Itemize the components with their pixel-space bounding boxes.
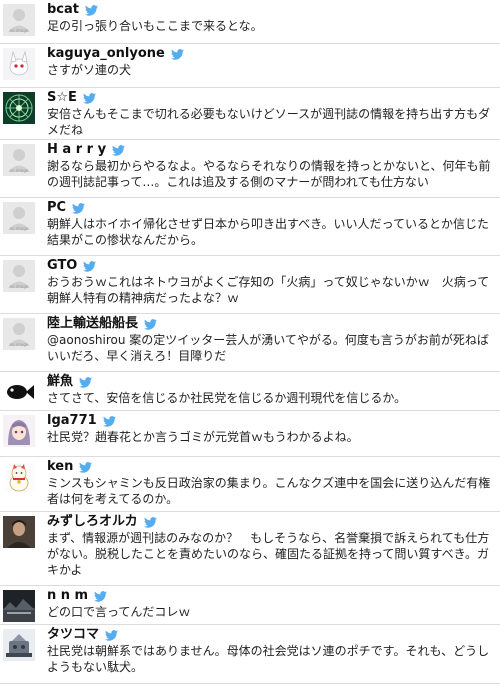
avatar[interactable]: no image xyxy=(3,318,35,350)
tweet-header: H a r r y xyxy=(47,142,126,158)
green-mandala-icon xyxy=(3,92,35,124)
avatar[interactable] xyxy=(3,629,35,661)
twitter-bird-icon[interactable] xyxy=(79,461,93,473)
username-link[interactable]: タツコマ xyxy=(47,627,99,643)
person-photo-icon xyxy=(3,516,35,548)
avatar[interactable] xyxy=(3,590,35,622)
white-creature-icon xyxy=(3,48,35,80)
twitter-bird-icon[interactable] xyxy=(82,92,96,104)
username-link[interactable]: bcat xyxy=(47,2,79,18)
tweet-item: 鮮魚 さてさて、安倍を信じるか社民党を信じるか週刊現代を信じるか。 xyxy=(0,372,500,411)
twitter-bird-icon[interactable] xyxy=(85,4,98,16)
avatar[interactable] xyxy=(3,376,35,408)
tweet-feed: no image bcat 足の引っ張り合いもここまで来るとな。 kaguya_onl… xyxy=(0,0,500,684)
twitter-bird-icon[interactable] xyxy=(143,516,157,528)
twitter-bird-icon[interactable] xyxy=(94,590,108,602)
no-image-label: no image xyxy=(9,342,29,347)
username-link[interactable]: n n m xyxy=(47,588,88,604)
tweet-text: 社民党は朝鮮系ではありません。母体の社会党はソ連のポチです。それも、どうしようも… xyxy=(47,644,490,674)
tweet-header: n n m xyxy=(47,588,108,604)
tweet-header: 鮮魚 xyxy=(47,374,93,390)
tweet-text: 安倍さんもそこまで切れる必要もないけどソースが週刊誌の情報を持ち出す方もダメだね xyxy=(47,107,491,137)
robot-icon xyxy=(3,629,35,661)
tweet-item: kaguya_onlyone さすがソ連の犬 xyxy=(0,44,500,88)
avatar[interactable] xyxy=(3,516,35,548)
tweet-item: タツコマ 社民党は朝鮮系ではありません。母体の社会党はソ連のポチです。それも、どう… xyxy=(0,625,500,684)
tweet-text: ミンスもシャミンも反日政治家の集まり。こんなクズ連中を国会に送り込んだ有権者は何… xyxy=(47,476,491,506)
tweet-text: まず、情報源が週刊誌のみなのか？ もしそうなら、名誉棄損で訴えられても仕方がない… xyxy=(47,531,490,577)
tweet-header: みずしろオルカ xyxy=(47,514,157,530)
no-image-label: no image xyxy=(9,168,29,173)
username-link[interactable]: S☆E xyxy=(47,90,77,106)
tweet-text: おうおうｗこれはネトウヨがよくご存知の「火病」って奴じゃないかｗ 火病って朝鮮人… xyxy=(47,275,490,305)
tweet-item: S☆E 安倍さんもそこまで切れる必要もないけどソースが週刊誌の情報を持ち出す方もダ… xyxy=(0,88,500,140)
no-image-label: no image xyxy=(9,226,29,231)
avatar[interactable]: no image xyxy=(3,4,35,36)
twitter-bird-icon[interactable] xyxy=(102,415,116,427)
twitter-bird-icon[interactable] xyxy=(112,144,126,156)
tweet-header: lga771 xyxy=(47,413,116,429)
tweet-text: 社民党？趙春花とか言うゴミが元党首ｗもうわかるよね。 xyxy=(47,430,359,444)
twitter-bird-icon[interactable] xyxy=(83,260,97,272)
tweet-header: 陸上輸送船船長 xyxy=(47,316,158,332)
tweet-text: さすがソ連の犬 xyxy=(47,63,132,77)
username-link[interactable]: 鮮魚 xyxy=(47,374,73,390)
tweet-item: みずしろオルカ まず、情報源が週刊誌のみなのか？ もしそうなら、名誉棄損で訴えられ… xyxy=(0,512,500,586)
tweet-header: ken xyxy=(47,459,93,475)
tweet-item: no image 陸上輸送船船長 @aonoshirou 案の定ツイッター芸人が湧い… xyxy=(0,314,500,372)
anime-girl-icon xyxy=(3,415,35,447)
lucky-cat-icon xyxy=(3,461,35,493)
avatar[interactable]: no image xyxy=(3,260,35,292)
tweet-item: n n m どの口で言ってんだコレｗ xyxy=(0,586,500,625)
avatar[interactable] xyxy=(3,48,35,80)
dark-landscape-icon xyxy=(3,590,35,622)
tweet-header: S☆E xyxy=(47,90,96,106)
tweet-item: no image GTO おうおうｗこれはネトウヨがよくご存知の「火病」って奴じゃな… xyxy=(0,256,500,314)
username-link[interactable]: ken xyxy=(47,459,73,475)
tweet-text: @aonoshirou 案の定ツイッター芸人が湧いてやがる。何度も言うがお前が死… xyxy=(47,333,489,363)
tweet-header: bcat xyxy=(47,2,98,18)
username-link[interactable]: 陸上輸送船船長 xyxy=(47,316,138,332)
tweet-header: PC xyxy=(47,200,86,216)
username-link[interactable]: kaguya_onlyone xyxy=(47,46,165,62)
tweet-item: ken ミンスもシャミンも反日政治家の集まり。こんなクズ連中を国会に送り込んだ有権… xyxy=(0,457,500,512)
username-link[interactable]: GTO xyxy=(47,258,77,274)
tweet-item: lga771 社民党？趙春花とか言うゴミが元党首ｗもうわかるよね。 xyxy=(0,411,500,457)
twitter-bird-icon[interactable] xyxy=(79,376,93,388)
twitter-bird-icon[interactable] xyxy=(170,48,184,60)
tweet-item: no image PC 朝鮮人はホイホイ帰化させず日本から叩き出すべき。いい人だって… xyxy=(0,198,500,256)
avatar[interactable]: no image xyxy=(3,144,35,176)
tweet-text: 朝鮮人はホイホイ帰化させず日本から叩き出すべき。いい人だっているとか信じた結果が… xyxy=(47,217,489,247)
avatar[interactable]: no image xyxy=(3,202,35,234)
tweet-text: どの口で言ってんだコレｗ xyxy=(47,605,191,619)
tweet-header: タツコマ xyxy=(47,627,119,643)
tweet-header: kaguya_onlyone xyxy=(47,46,184,62)
tweet-text: 謝るなら最初からやるなよ。やるならそれなりの情報を持っとかないと、何年も前の週刊… xyxy=(47,159,491,189)
twitter-bird-icon[interactable] xyxy=(105,629,119,641)
username-link[interactable]: H a r r y xyxy=(47,142,106,158)
tweet-item: no image bcat 足の引っ張り合いもここまで来るとな。 xyxy=(0,0,500,44)
twitter-bird-icon[interactable] xyxy=(144,318,158,330)
tweet-item: no image H a r r y 謝るなら最初からやるなよ。やるならそれなりの情… xyxy=(0,140,500,198)
username-link[interactable]: みずしろオルカ xyxy=(47,514,138,530)
avatar[interactable] xyxy=(3,415,35,447)
avatar[interactable] xyxy=(3,92,35,124)
username-link[interactable]: lga771 xyxy=(47,413,97,429)
tweet-header: GTO xyxy=(47,258,97,274)
twitter-bird-icon[interactable] xyxy=(72,202,86,214)
fish-icon xyxy=(3,376,35,408)
no-image-label: no image xyxy=(9,284,29,289)
username-link[interactable]: PC xyxy=(47,200,66,216)
tweet-text: 足の引っ張り合いもここまで来るとな。 xyxy=(47,19,263,33)
no-image-label: no image xyxy=(9,28,29,33)
tweet-text: さてさて、安倍を信じるか社民党を信じるか週刊現代を信じるか。 xyxy=(47,391,407,405)
avatar[interactable] xyxy=(3,461,35,493)
